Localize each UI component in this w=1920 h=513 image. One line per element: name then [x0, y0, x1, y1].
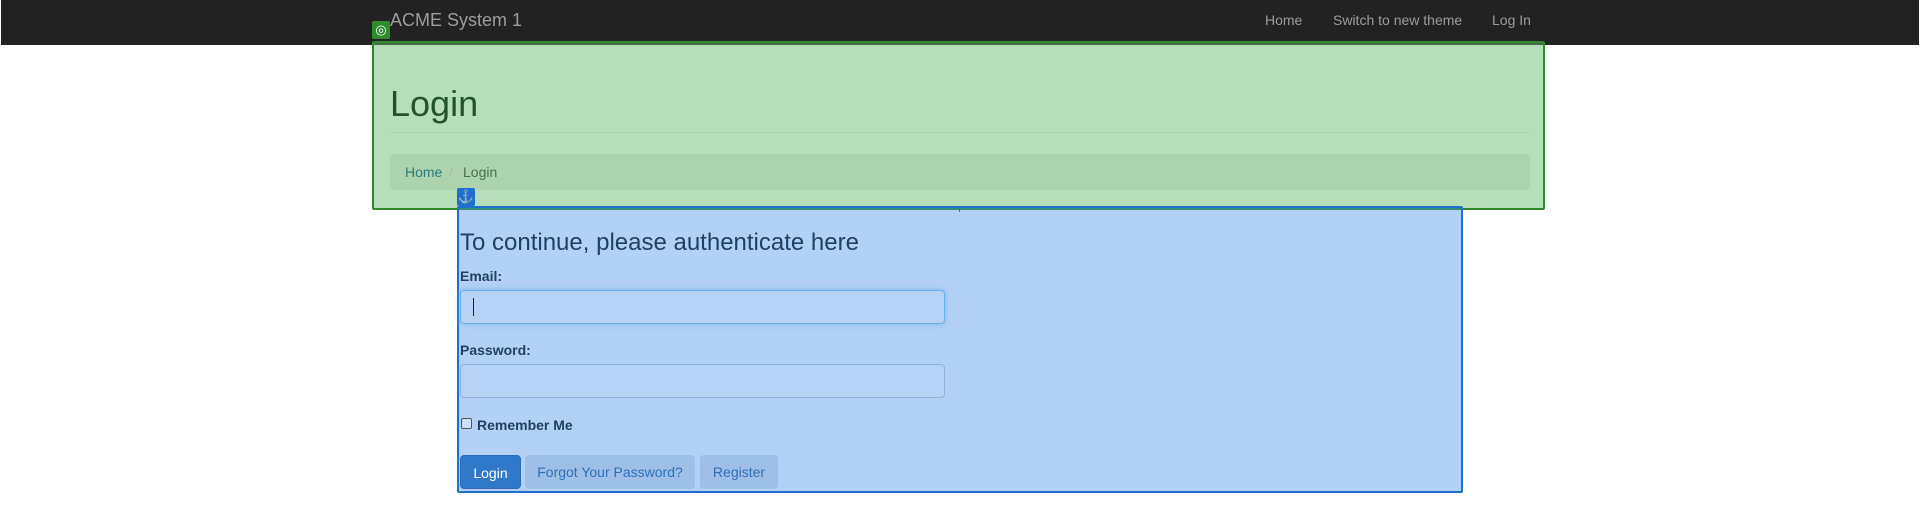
remember-me-label[interactable]: Remember Me [477, 417, 573, 433]
form-heading: To continue, please authenticate here [460, 229, 859, 256]
email-field[interactable] [460, 290, 945, 324]
remember-me-checkbox[interactable] [461, 418, 472, 429]
breadcrumb-separator: / [449, 164, 453, 180]
email-label: Email: [460, 268, 503, 284]
breadcrumb: Home / Login [390, 154, 1530, 190]
overlay-tick [959, 206, 960, 212]
top-navbar: ACME System 1 Home Switch to new theme L… [1, 0, 1919, 45]
page-title: Login [390, 83, 479, 124]
register-button[interactable]: Register [700, 455, 778, 489]
password-field[interactable] [460, 364, 945, 398]
forgot-password-button[interactable]: Forgot Your Password? [525, 455, 695, 489]
nav-home-link[interactable]: Home [1265, 12, 1302, 28]
login-button[interactable]: Login [460, 455, 521, 489]
text-caret [473, 298, 474, 316]
title-divider [390, 132, 1530, 133]
breadcrumb-home-link[interactable]: Home [405, 154, 442, 190]
brand-link[interactable]: ACME System 1 [390, 10, 522, 30]
nav-switch-theme-link[interactable]: Switch to new theme [1333, 12, 1462, 28]
password-label: Password: [460, 342, 531, 358]
target-icon: ◎ [372, 21, 390, 39]
breadcrumb-current: Login [463, 164, 498, 180]
anchor-icon: ⚓ [457, 188, 475, 206]
nav-login-link[interactable]: Log In [1492, 12, 1531, 28]
